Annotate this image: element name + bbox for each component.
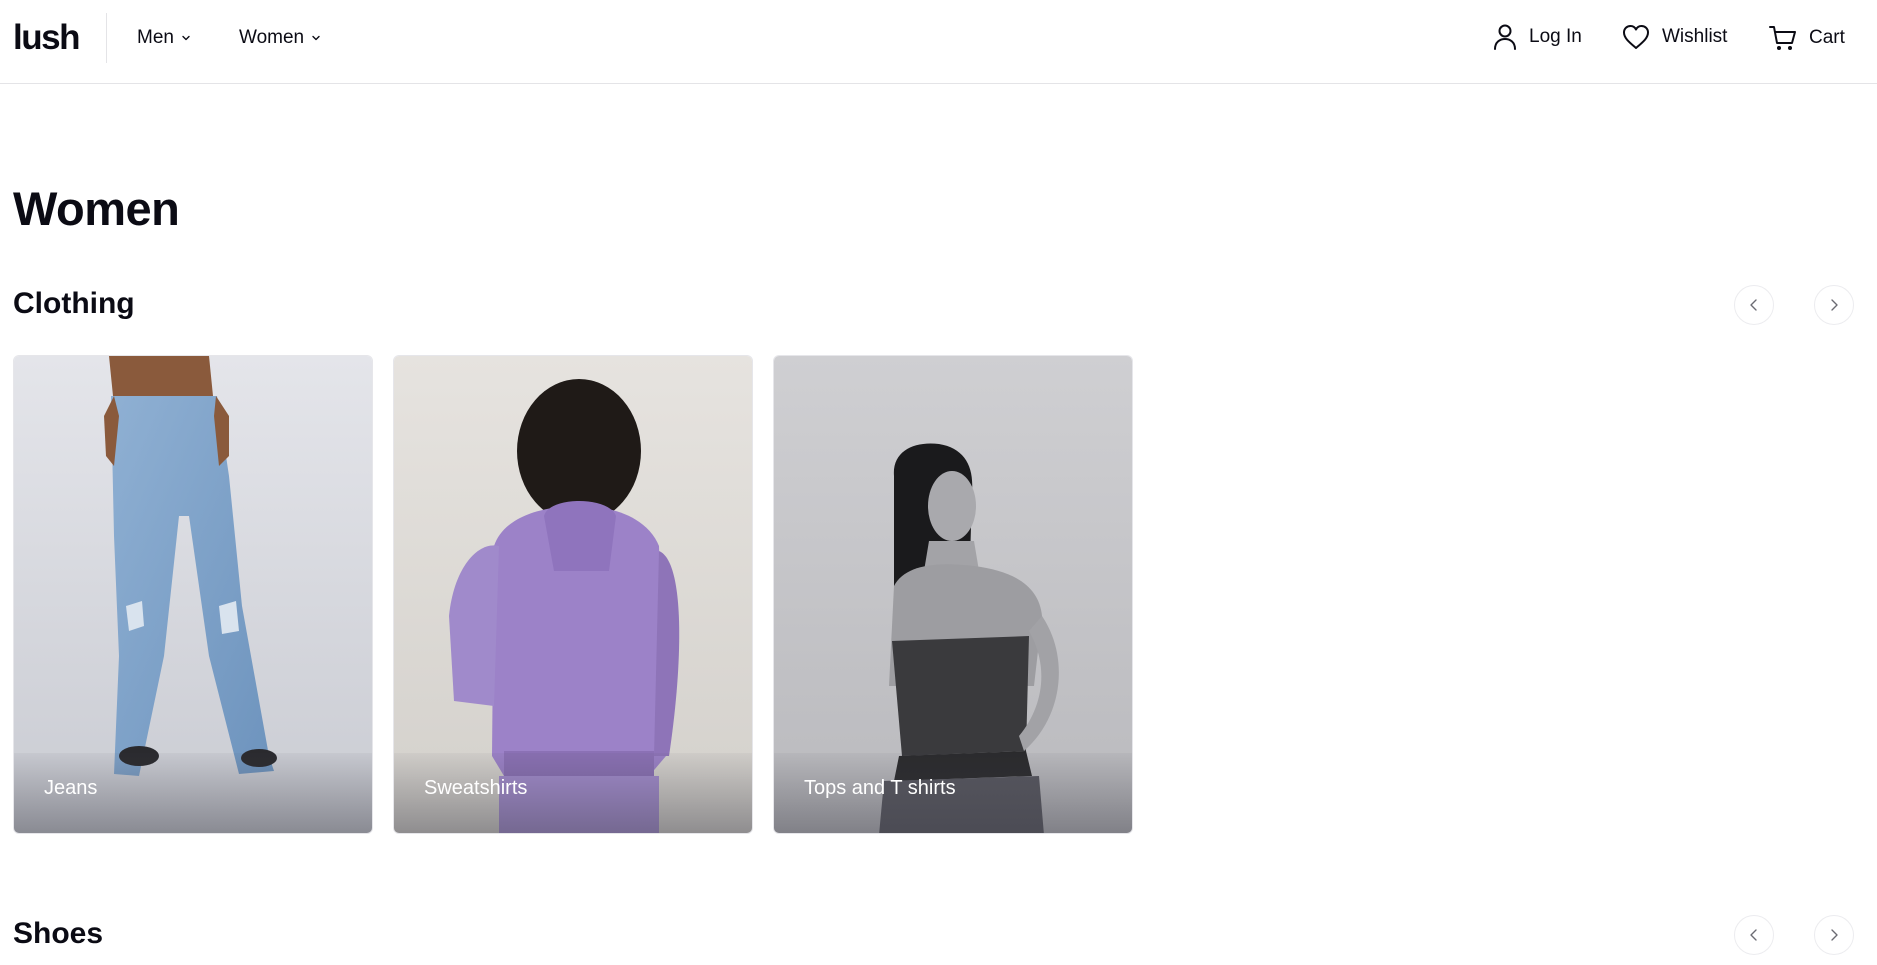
user-icon: [1494, 24, 1516, 50]
chevron-right-icon: [1831, 929, 1838, 941]
site-header: lush Men Women Log In Wishlist Cart: [0, 0, 1877, 84]
chevron-left-icon: [1750, 299, 1757, 311]
heart-icon: [1623, 25, 1649, 49]
chevron-down-icon: [312, 35, 320, 41]
shoes-next-button[interactable]: [1814, 915, 1854, 955]
card-label-sweatshirts: Sweatshirts: [424, 777, 528, 799]
wishlist-label: Wishlist: [1662, 26, 1728, 47]
wishlist-button[interactable]: Wishlist: [1621, 23, 1727, 51]
category-card-tops[interactable]: Tops and T shirts: [773, 355, 1133, 834]
category-card-sweatshirts[interactable]: Sweatshirts: [393, 355, 753, 834]
login-button[interactable]: Log In: [1492, 23, 1582, 51]
section-title-shoes: Shoes: [13, 917, 104, 950]
cart-button[interactable]: Cart: [1768, 23, 1845, 53]
cart-label: Cart: [1809, 27, 1845, 48]
nav-men-label: Men: [137, 27, 174, 48]
card-label-tops: Tops and T shirts: [804, 777, 956, 799]
page-title: Women: [13, 182, 180, 235]
section-title-clothing: Clothing: [13, 287, 135, 320]
nav-men[interactable]: Men: [137, 27, 192, 49]
nav-women-label: Women: [239, 27, 305, 48]
chevron-down-icon: [182, 35, 190, 41]
cart-icon: [1769, 26, 1796, 50]
clothing-prev-button[interactable]: [1734, 285, 1774, 325]
login-label: Log In: [1529, 26, 1582, 47]
chevron-right-icon: [1831, 299, 1838, 311]
clothing-next-button[interactable]: [1814, 285, 1854, 325]
shoes-prev-button[interactable]: [1734, 915, 1774, 955]
logo[interactable]: lush: [13, 18, 80, 58]
card-label-jeans: Jeans: [44, 777, 98, 799]
header-divider: [106, 13, 107, 63]
chevron-left-icon: [1750, 929, 1757, 941]
category-card-jeans[interactable]: Jeans: [13, 355, 373, 834]
nav-women[interactable]: Women: [239, 27, 322, 49]
